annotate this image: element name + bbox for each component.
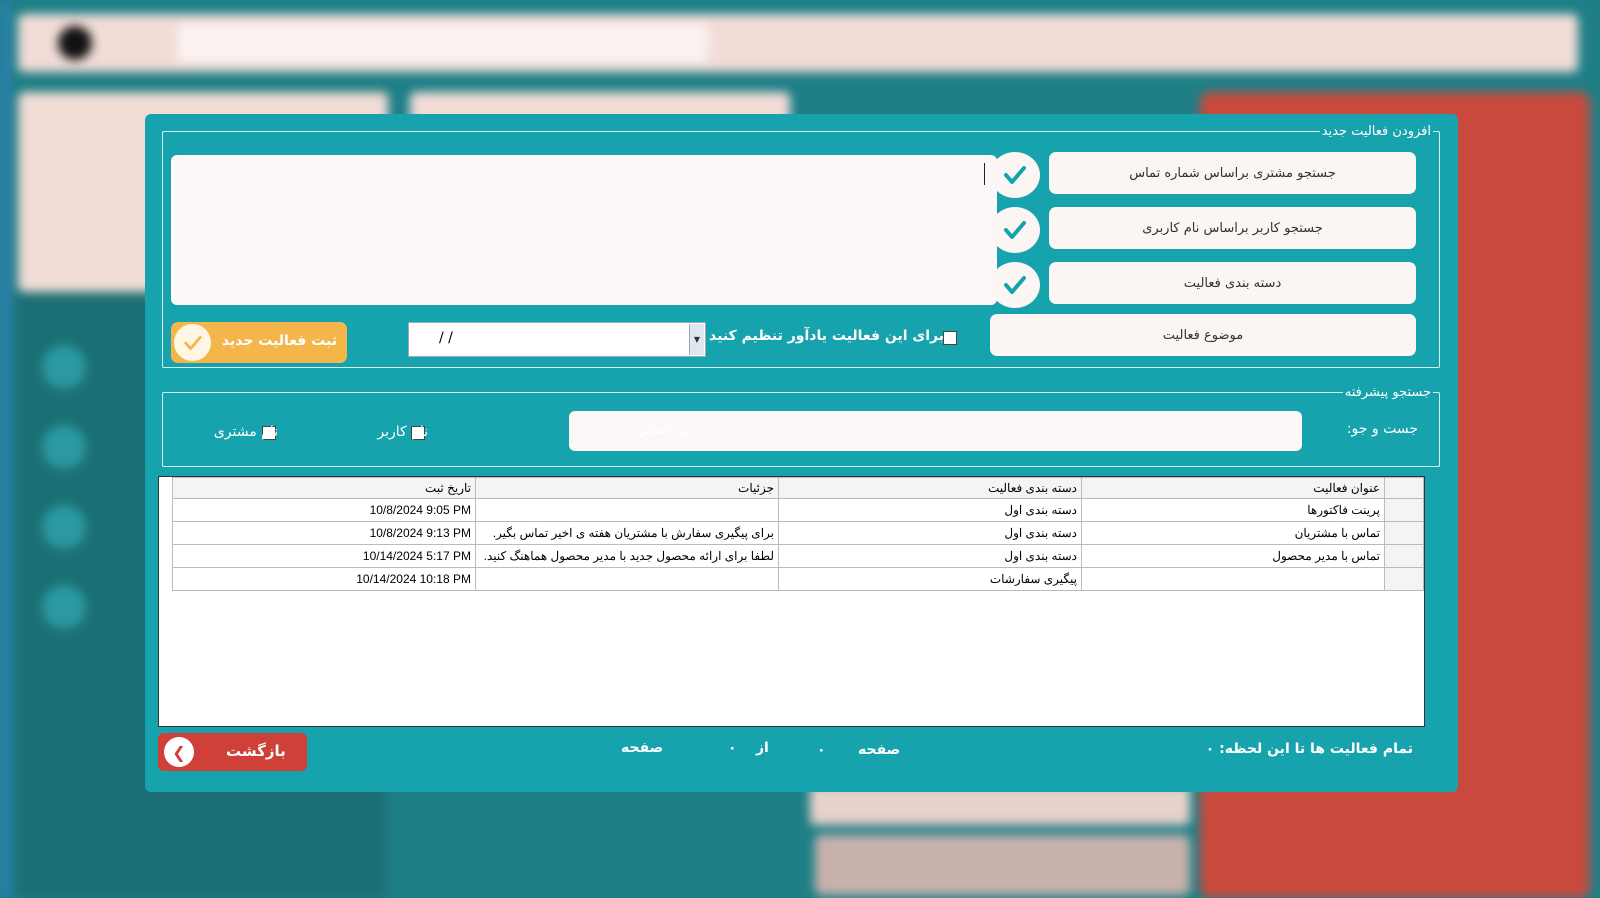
search-label: جست و جو: bbox=[1346, 421, 1418, 437]
table-row[interactable]: پرینت فاکتورها دسته بندی اول 10/8/2024 9… bbox=[172, 498, 1424, 522]
reminder-label: برای این فعالیت یادآور تنظیم کنید bbox=[709, 328, 944, 344]
customer-check-icon[interactable] bbox=[990, 152, 1040, 198]
table-cell: 10/8/2024 9:13 PM bbox=[172, 521, 476, 545]
back-button-label: بازگشت bbox=[226, 742, 286, 760]
bg-circle bbox=[42, 425, 86, 469]
row-header-corner bbox=[1384, 477, 1424, 499]
chevron-down-icon[interactable]: ▼ bbox=[689, 324, 704, 355]
table-cell: 10/14/2024 5:17 PM bbox=[172, 544, 476, 568]
table-row[interactable]: تماس با مدیر محصول دسته بندی اول لطفا بر… bbox=[172, 544, 1424, 568]
based-on-label: بر اساس: bbox=[630, 422, 688, 438]
advanced-search-legend: جستجو پیشرفته bbox=[1344, 385, 1431, 400]
table-cell: لطفا برای ارائه محصول جدید با مدیر محصول… bbox=[475, 544, 779, 568]
page-label: صفحه bbox=[858, 742, 901, 758]
search-customer-label: جستجو مشتری براساس شماره تماس bbox=[1129, 165, 1336, 181]
bg-low-card-2 bbox=[815, 835, 1190, 895]
add-activity-legend: افزودن فعالیت جدید bbox=[1321, 124, 1431, 139]
bg-circle bbox=[42, 505, 86, 549]
total-activities-text: تمام فعالیت ها تا این لحظه: bbox=[1219, 741, 1413, 757]
activity-subject-field[interactable]: موضوع فعالیت bbox=[990, 314, 1416, 356]
table-cell: پیگیری سفارشات bbox=[778, 567, 1082, 591]
row-header[interactable] bbox=[1384, 567, 1424, 591]
search-user-by-username-button[interactable]: جستجو کاربر براساس نام کاربری bbox=[1049, 207, 1416, 249]
total-activities-label: تمام فعالیت ها تا این لحظه: ۰ bbox=[1206, 741, 1413, 757]
reminder-checkbox[interactable] bbox=[943, 331, 957, 345]
table-cell: دسته بندی اول bbox=[778, 544, 1082, 568]
bg-top-bar bbox=[18, 14, 1578, 72]
activity-category-label: دسته بندی فعالیت bbox=[1183, 275, 1282, 291]
bg-circle bbox=[42, 585, 86, 629]
customer-name-option-label: نام مشتری bbox=[213, 424, 278, 440]
search-user-label: جستجو کاربر براساس نام کاربری bbox=[1142, 220, 1323, 236]
of-value: ۰ bbox=[728, 740, 737, 756]
of-label: از bbox=[756, 740, 769, 756]
category-check-icon[interactable] bbox=[990, 262, 1040, 308]
activity-details-textarea[interactable] bbox=[171, 155, 997, 305]
table-cell: تماس با مشتریان bbox=[1081, 521, 1385, 545]
table-cell: 10/14/2024 10:18 PM bbox=[172, 567, 476, 591]
column-header[interactable]: جزئیات bbox=[475, 477, 779, 499]
bg-avatar bbox=[58, 26, 92, 60]
chevron-left-icon: ❮ bbox=[164, 737, 194, 767]
row-header[interactable] bbox=[1384, 544, 1424, 568]
row-header[interactable] bbox=[1384, 498, 1424, 522]
username-option-label: نام کاربر bbox=[377, 424, 428, 440]
activity-subject-label: موضوع فعالیت bbox=[1162, 327, 1244, 343]
table-cell: پرینت فاکتورها bbox=[1081, 498, 1385, 522]
page-label-2: صفحه bbox=[621, 740, 664, 756]
table-cell: دسته بندی اول bbox=[778, 498, 1082, 522]
column-header[interactable]: دسته بندی فعالیت bbox=[778, 477, 1082, 499]
add-activity-dialog: افزودن فعالیت جدید جستجو مشتری براساس شم… bbox=[145, 114, 1458, 792]
table-cell: تماس با مدیر محصول bbox=[1081, 544, 1385, 568]
column-header[interactable]: تاریخ ثبت bbox=[172, 477, 476, 499]
bg-search bbox=[178, 24, 708, 62]
table-cell: برای پیگیری سفارش با مشتریان هفته ی اخیر… bbox=[475, 521, 779, 545]
desktop-strip bbox=[0, 0, 10, 898]
total-activities-value: ۰ bbox=[1205, 741, 1215, 757]
table-header-row: عنوان فعالیت دسته بندی فعالیت جزئیات تار… bbox=[172, 477, 1424, 499]
save-activity-button[interactable]: ثبت فعالیت جدید bbox=[171, 322, 347, 363]
bg-circle bbox=[42, 345, 86, 389]
reminder-date-picker[interactable]: / / ▼ bbox=[408, 322, 706, 357]
check-icon bbox=[174, 324, 211, 361]
column-header[interactable]: عنوان فعالیت bbox=[1081, 477, 1385, 499]
table-cell bbox=[1081, 567, 1385, 591]
table-row[interactable]: تماس با مشتریان دسته بندی اول برای پیگیر… bbox=[172, 521, 1424, 545]
page-value: ۰ bbox=[817, 742, 826, 758]
search-customer-by-phone-button[interactable]: جستجو مشتری براساس شماره تماس bbox=[1049, 152, 1416, 194]
back-button[interactable]: ❮ بازگشت bbox=[158, 733, 307, 771]
table-row[interactable]: پیگیری سفارشات 10/14/2024 10:18 PM bbox=[172, 567, 1424, 591]
reminder-date-value: / / bbox=[439, 330, 453, 346]
text-caret bbox=[984, 163, 985, 185]
table-cell bbox=[475, 567, 779, 591]
table-cell: 10/8/2024 9:05 PM bbox=[172, 498, 476, 522]
table-cell: دسته بندی اول bbox=[778, 521, 1082, 545]
user-check-icon[interactable] bbox=[990, 207, 1040, 253]
save-activity-label: ثبت فعالیت جدید bbox=[221, 333, 337, 349]
activities-table: عنوان فعالیت دسته بندی فعالیت جزئیات تار… bbox=[158, 476, 1425, 727]
row-header[interactable] bbox=[1384, 521, 1424, 545]
activity-category-button[interactable]: دسته بندی فعالیت bbox=[1049, 262, 1416, 304]
table-cell bbox=[475, 498, 779, 522]
